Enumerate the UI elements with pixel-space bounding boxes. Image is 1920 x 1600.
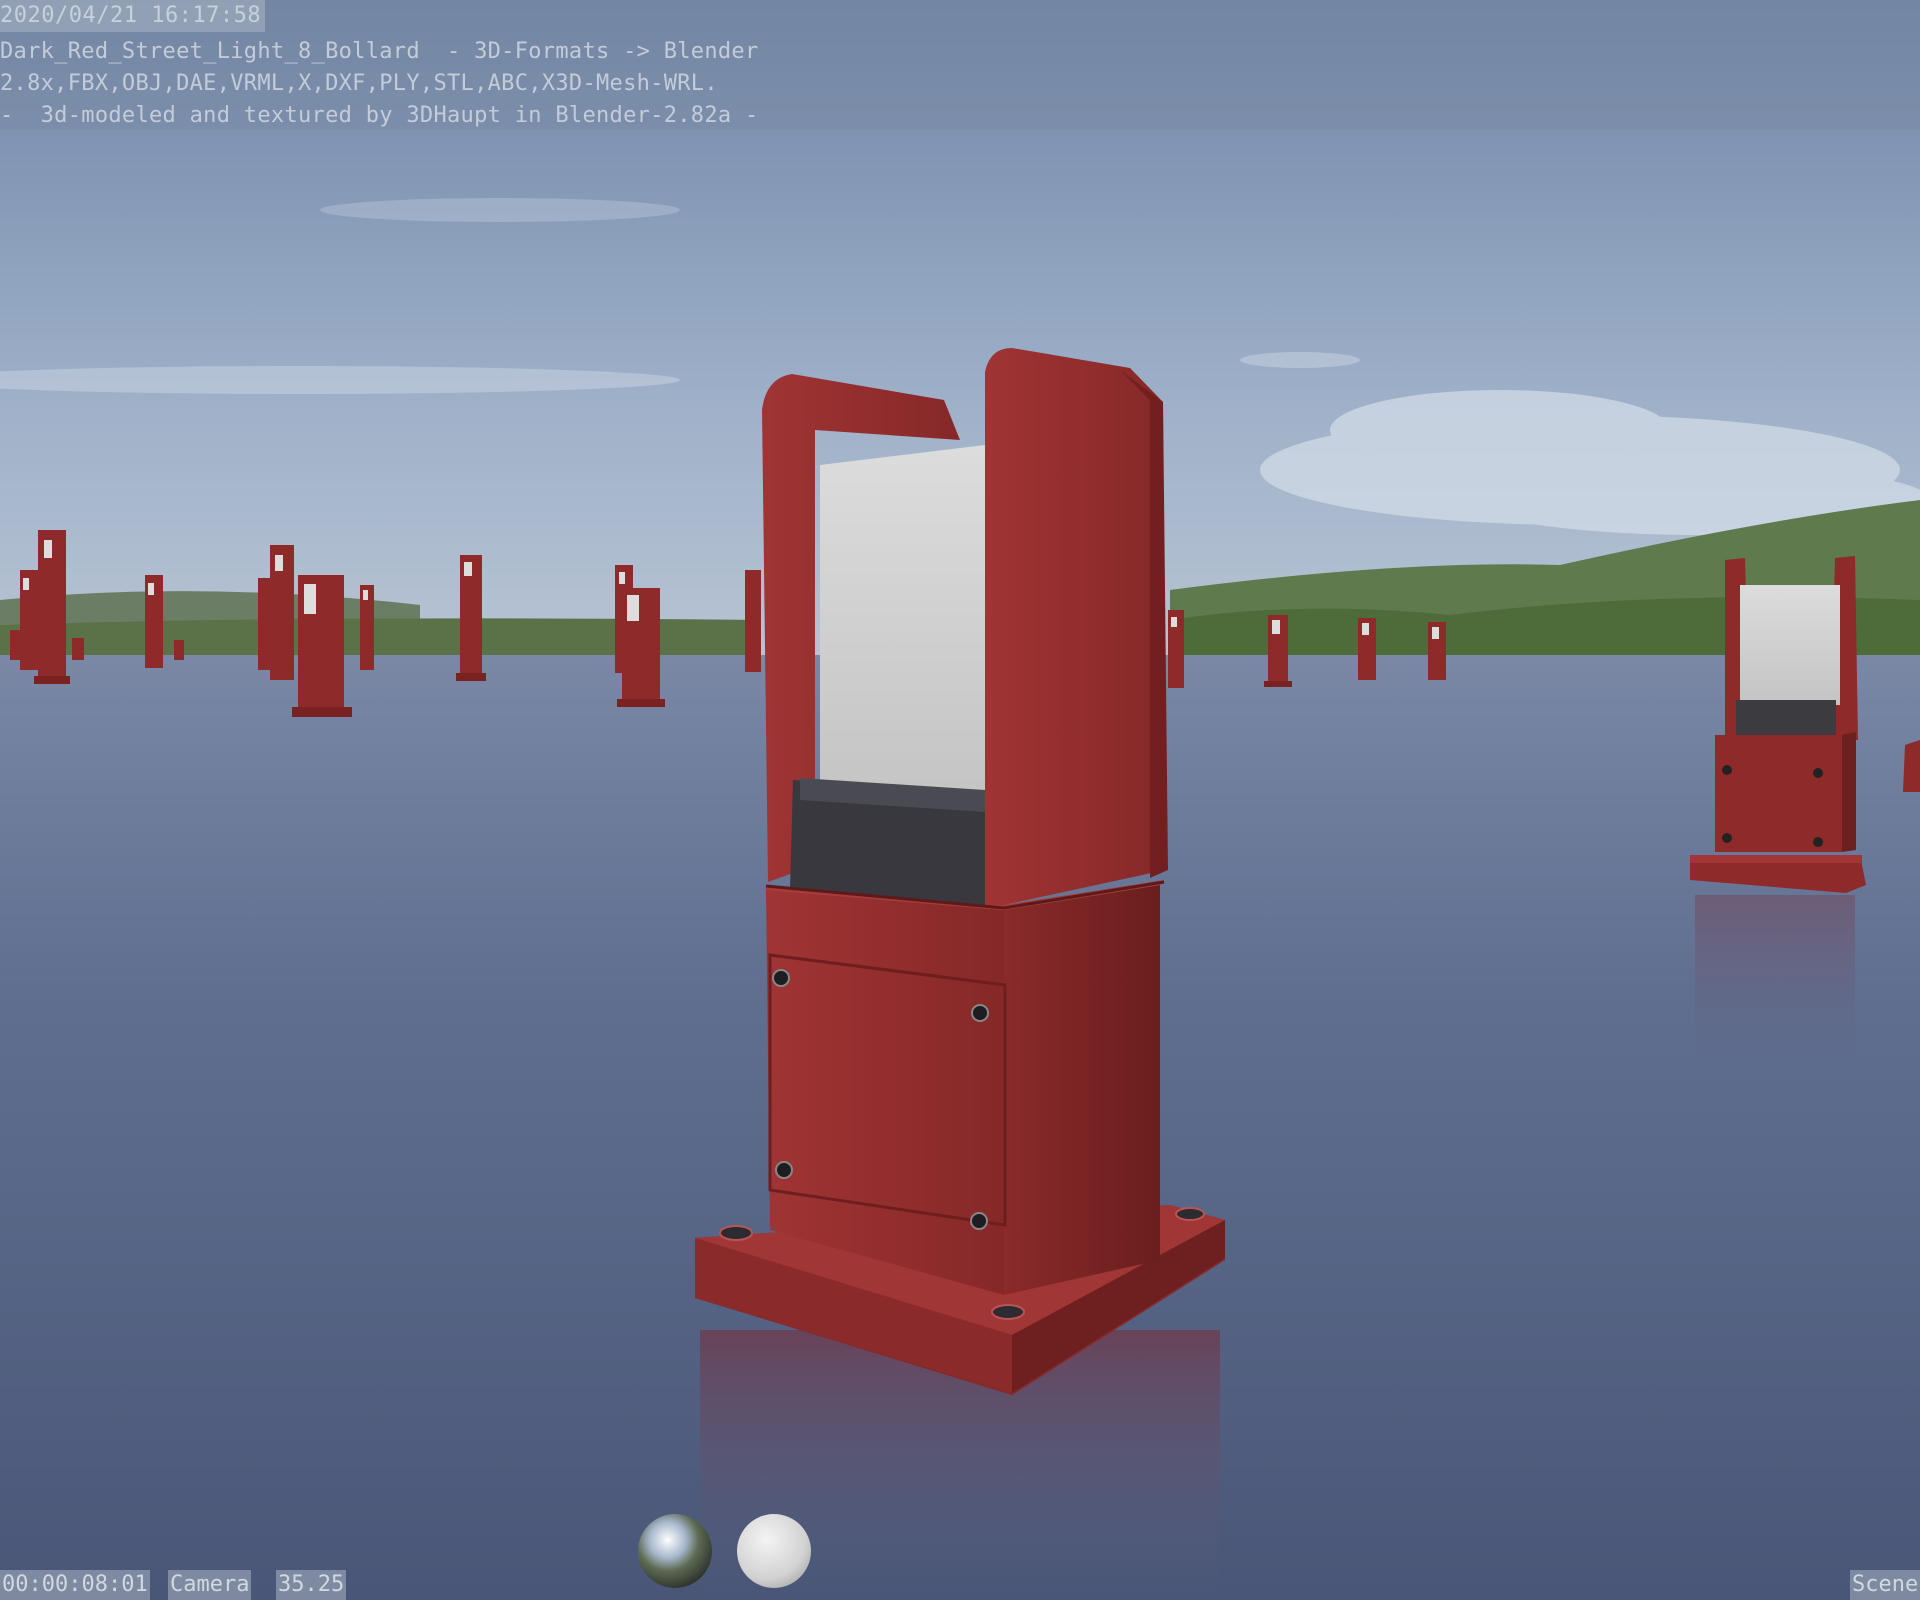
edge-bollard — [1903, 740, 1920, 792]
stamp-lens: 35.25 — [276, 1570, 347, 1600]
hdri-preview-ball — [638, 1514, 712, 1588]
diffuse-preview-ball — [737, 1514, 811, 1588]
stamp-date: 2020/04/21 16:17:58 — [0, 0, 266, 32]
main-bollard — [695, 348, 1225, 1395]
render-viewport[interactable] — [0, 0, 1920, 1600]
stamp-formats-line: 2.8x,FBX,OBJ,DAE,VRML,X,DXF,PLY,STL,ABC,… — [0, 71, 718, 96]
lamp-diffuser — [820, 445, 985, 800]
stamp-camera: Camera — [168, 1570, 252, 1600]
stamp-time: 00:00:08:01 — [0, 1570, 150, 1600]
stamp-credit-line: - 3d-modeled and textured by 3DHaupt in … — [0, 103, 759, 128]
stamp-scene: Scene — [1850, 1570, 1920, 1600]
rendered-scene — [0, 0, 1920, 1600]
stamp-title-line: Dark_Red_Street_Light_8_Bollard - 3D-For… — [0, 39, 759, 64]
